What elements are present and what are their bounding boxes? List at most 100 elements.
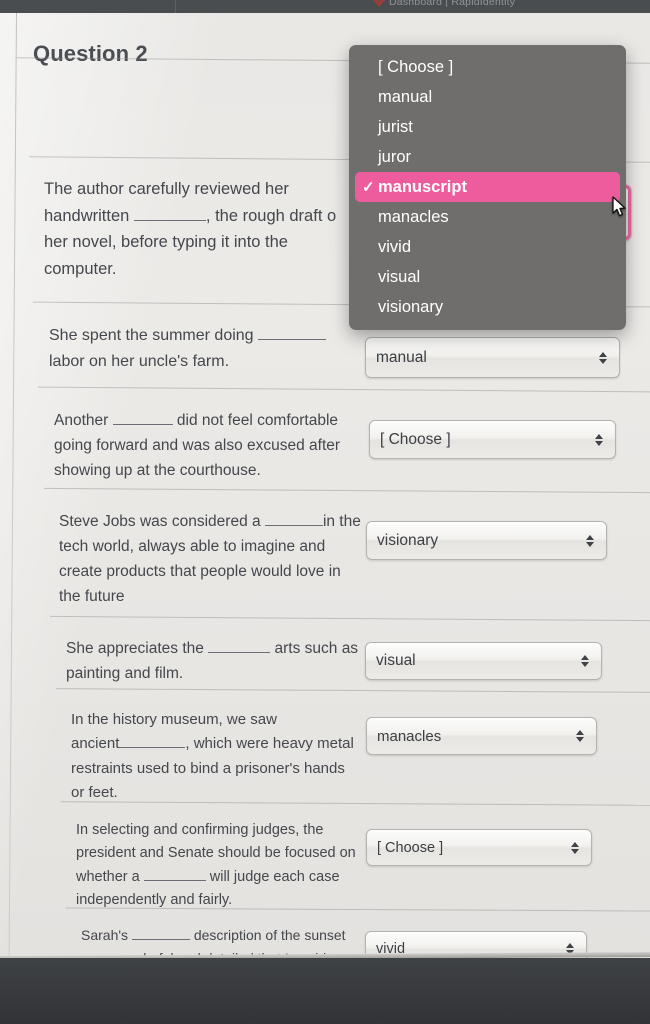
dropdown-option-label: visual xyxy=(378,267,421,286)
q8-line1a: Sarah's xyxy=(81,927,129,943)
q2-line1a: She spent the summer doing xyxy=(49,327,254,344)
question-text: In the history museum, we saw ancient , w… xyxy=(71,708,391,805)
page-title: Question 2 xyxy=(33,41,148,66)
q6-line2a: ancient xyxy=(71,735,120,753)
q7-line3a: whether a xyxy=(76,868,140,885)
q3-line1a: Another xyxy=(54,412,109,429)
divider xyxy=(50,615,650,622)
dropdown-option-vivid[interactable]: vivid xyxy=(349,232,626,262)
q7-line1: In selecting and confirming judges, the xyxy=(76,822,324,838)
q4-line1b: in the xyxy=(322,513,361,530)
dropdown-option-label: jurist xyxy=(378,117,413,136)
dropdown-option-visual[interactable]: visual xyxy=(349,262,626,292)
q4-line3: create products that people would love i… xyxy=(59,563,341,581)
divider xyxy=(56,688,650,693)
select-value: [ Choose ] xyxy=(380,430,451,448)
q4-line1a: Steve Jobs was considered a xyxy=(59,513,261,530)
question-text: In selecting and confirming judges, the … xyxy=(76,819,396,913)
browser-chrome-bar: Dashboard | RapidIdentity xyxy=(0,0,650,13)
question-text: The author carefully reviewed her handwr… xyxy=(44,176,364,283)
bezel-below-screen xyxy=(0,958,650,1024)
answer-blank xyxy=(119,747,186,749)
dropdown-option-choose[interactable]: [ Choose ] xyxy=(349,52,626,82)
question-text: She spent the summer doing labor on her … xyxy=(49,323,369,375)
q5-line1a: She appreciates the xyxy=(66,640,204,657)
card-left-border xyxy=(8,12,17,958)
q6-line3: restraints used to bind a prisoner's han… xyxy=(71,759,345,777)
dropdown-option-manual[interactable]: manual xyxy=(349,82,626,112)
stepper-arrows-icon xyxy=(599,351,607,364)
answer-blank xyxy=(208,652,271,653)
tab-separator xyxy=(175,0,176,13)
q1-line3: her novel, before typing it into the xyxy=(44,233,288,252)
q4-line2: tech world, always able to imagine and xyxy=(59,538,326,556)
q6-line1: In the history museum, we saw xyxy=(71,711,277,728)
dropdown-option-label: visionary xyxy=(378,297,444,316)
question-item-manual: She spent the summer doing labor on her … xyxy=(49,323,369,375)
dropdown-option-manuscript[interactable]: ✓ manuscript xyxy=(355,172,620,202)
select-value: manual xyxy=(376,348,427,366)
answer-blank xyxy=(131,939,190,940)
checkmark-icon: ✓ xyxy=(362,179,375,196)
question-item-manacles: In the history museum, we saw ancient , w… xyxy=(71,708,391,805)
q4-line4: the future xyxy=(59,588,125,606)
select-value: visual xyxy=(376,652,416,669)
answer-select-juror[interactable]: [ Choose ] xyxy=(369,420,616,459)
question-item-juror: Another did not feel comfortable going f… xyxy=(54,408,374,483)
q6-line2b: , which were heavy metal xyxy=(185,735,354,753)
stepper-arrows-icon xyxy=(576,730,584,742)
dropdown-option-label: manacles xyxy=(378,207,449,226)
q3-line1b: did not feel comfortable xyxy=(176,412,339,429)
stepper-arrows-icon xyxy=(571,841,579,854)
q3-line3: showing up at the courthouse. xyxy=(54,462,261,480)
dropdown-option-jurist[interactable]: jurist xyxy=(349,112,626,142)
q7-line4: independently and fairly. xyxy=(76,892,233,909)
dropdown-option-label: manuscript xyxy=(378,177,467,196)
question-text: Another did not feel comfortable going f… xyxy=(54,408,374,483)
mouse-cursor-icon xyxy=(612,196,626,217)
select-value: [ Choose ] xyxy=(377,839,444,856)
stepper-arrows-icon xyxy=(581,655,589,667)
answer-blank xyxy=(143,879,206,881)
q5-line1b: arts such as xyxy=(274,640,359,657)
q7-line3b: will judge each case xyxy=(209,868,340,885)
select-value: manacles xyxy=(377,727,442,745)
answer-blank xyxy=(133,219,206,221)
dropdown-option-juror[interactable]: juror xyxy=(349,142,626,172)
question-item-visionary: Steve Jobs was considered a in the tech … xyxy=(59,509,379,609)
dropdown-option-manacles[interactable]: manacles xyxy=(349,202,626,232)
answer-blank xyxy=(258,339,327,340)
dropdown-option-visionary[interactable]: visionary xyxy=(349,292,626,322)
q1-line2b: , the rough draft o xyxy=(205,206,337,225)
q2-line2: labor on her uncle's farm. xyxy=(49,352,230,370)
answer-select-jurist[interactable]: [ Choose ] xyxy=(366,829,592,866)
answer-blank xyxy=(112,424,173,425)
dropdown-option-label: juror xyxy=(378,147,412,166)
divider xyxy=(38,386,650,393)
answer-select-manual[interactable]: manual xyxy=(365,337,620,378)
dropdown-option-label: manual xyxy=(378,87,433,106)
screen-photograph: Dashboard | RapidIdentity Question 2 The… xyxy=(0,0,650,1024)
q7-line2: president and Senate should be focused o… xyxy=(76,845,356,862)
answer-blank xyxy=(264,525,323,526)
answer-select-visionary[interactable]: visionary xyxy=(366,521,607,560)
stepper-arrows-icon xyxy=(595,433,603,446)
question-item-visual: She appreciates the arts such as paintin… xyxy=(66,636,386,686)
question-text: She appreciates the arts such as paintin… xyxy=(66,636,386,686)
red-logo-icon xyxy=(373,0,385,7)
browser-tab[interactable]: Dashboard | RapidIdentity xyxy=(373,0,515,8)
dropdown-option-label: [ Choose ] xyxy=(378,57,454,76)
answer-select-manacles[interactable]: manacles xyxy=(366,717,597,755)
q8-line1b: description of the sunset xyxy=(193,927,346,943)
select-dropdown-menu[interactable]: [ Choose ] manual jurist juror ✓ manuscr… xyxy=(349,45,626,330)
q6-line4: or feet. xyxy=(71,783,118,801)
q5-line2: painting and film. xyxy=(66,665,184,683)
dropdown-option-label: vivid xyxy=(378,237,412,256)
q3-line2: going forward and was also excused after xyxy=(54,437,341,455)
question-item-manuscript: The author carefully reviewed her handwr… xyxy=(44,176,364,283)
q1-line4: computer. xyxy=(44,260,117,279)
answer-select-visual[interactable]: visual xyxy=(365,642,602,680)
divider xyxy=(44,487,650,494)
browser-tab-title: Dashboard | RapidIdentity xyxy=(389,0,516,8)
select-value: visionary xyxy=(377,531,439,549)
